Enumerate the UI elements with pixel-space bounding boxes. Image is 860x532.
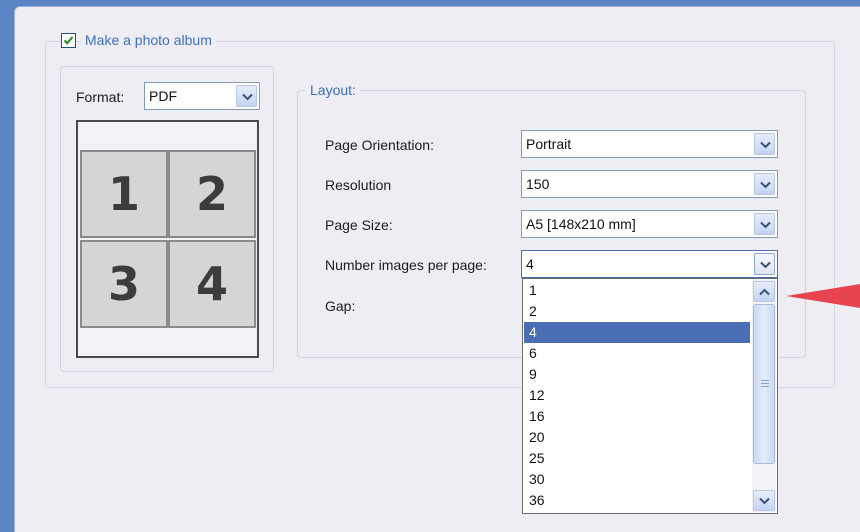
dropdown-option-36[interactable]: 36: [524, 490, 750, 511]
images-per-page-dropdown-list: 1 2 4 6 9 12 16 20 25 30 36: [522, 278, 778, 514]
scroll-thumb[interactable]: [753, 304, 775, 464]
images-per-page-select[interactable]: 4: [521, 250, 778, 278]
page-size-label: Page Size:: [325, 217, 393, 233]
dropdown-scrollbar[interactable]: [752, 280, 776, 512]
format-label: Format:: [76, 89, 125, 105]
thumb-grip: [761, 383, 769, 384]
chevron-down-icon: [760, 221, 771, 229]
page-orientation-dropdown-button[interactable]: [754, 133, 775, 155]
chevron-down-icon: [242, 93, 253, 101]
pointer-arrow-icon: [786, 284, 860, 308]
chevron-down-icon: [760, 261, 771, 269]
album-checkbox-label[interactable]: Make a photo album: [81, 31, 216, 49]
dropdown-option-4[interactable]: 4: [524, 322, 750, 343]
chevron-down-icon: [760, 141, 771, 149]
thumb-grip: [761, 386, 769, 387]
preview-cell-3: 3: [80, 240, 168, 328]
format-value: PDF: [149, 88, 177, 104]
gap-label: Gap:: [325, 298, 356, 314]
scroll-down-button[interactable]: [753, 490, 775, 511]
resolution-select[interactable]: 150: [521, 170, 778, 198]
page-size-value: A5 [148x210 mm]: [526, 216, 636, 232]
page-size-dropdown-button[interactable]: [754, 213, 775, 235]
preview-cell-2: 2: [168, 150, 256, 238]
format-dropdown-button[interactable]: [236, 85, 257, 107]
dropdown-option-25[interactable]: 25: [524, 448, 750, 469]
dropdown-option-1[interactable]: 1: [524, 280, 750, 301]
resolution-label: Resolution: [325, 177, 392, 193]
dropdown-option-12[interactable]: 12: [524, 385, 750, 406]
page-size-select[interactable]: A5 [148x210 mm]: [521, 210, 778, 238]
resolution-dropdown-button[interactable]: [754, 173, 775, 195]
page-preview: 1 2 3 4: [76, 120, 259, 358]
dropdown-option-6[interactable]: 6: [524, 343, 750, 364]
preview-cell-1: 1: [80, 150, 168, 238]
page-orientation-select[interactable]: Portrait: [521, 130, 778, 158]
page-orientation-label: Page Orientation:: [325, 137, 434, 153]
resolution-value: 150: [526, 176, 550, 192]
chevron-down-icon: [759, 497, 770, 505]
chevron-up-icon: [759, 288, 770, 296]
images-per-page-value: 4: [526, 256, 534, 272]
layout-legend: Layout:: [306, 81, 360, 99]
images-per-page-label: Number images per page:: [325, 257, 487, 273]
dropdown-option-16[interactable]: 16: [524, 406, 750, 427]
dropdown-option-9[interactable]: 9: [524, 364, 750, 385]
scroll-up-button[interactable]: [753, 281, 775, 302]
checkmark-icon: [63, 36, 74, 45]
dropdown-option-2[interactable]: 2: [524, 301, 750, 322]
format-select[interactable]: PDF: [144, 82, 260, 110]
dropdown-option-20[interactable]: 20: [524, 427, 750, 448]
page-orientation-value: Portrait: [526, 136, 572, 152]
preview-cell-4: 4: [168, 240, 256, 328]
thumb-grip: [761, 380, 769, 381]
chevron-down-icon: [760, 181, 771, 189]
images-per-page-dropdown-button[interactable]: [754, 253, 775, 275]
album-checkbox[interactable]: [61, 33, 76, 48]
dropdown-option-30[interactable]: 30: [524, 469, 750, 490]
